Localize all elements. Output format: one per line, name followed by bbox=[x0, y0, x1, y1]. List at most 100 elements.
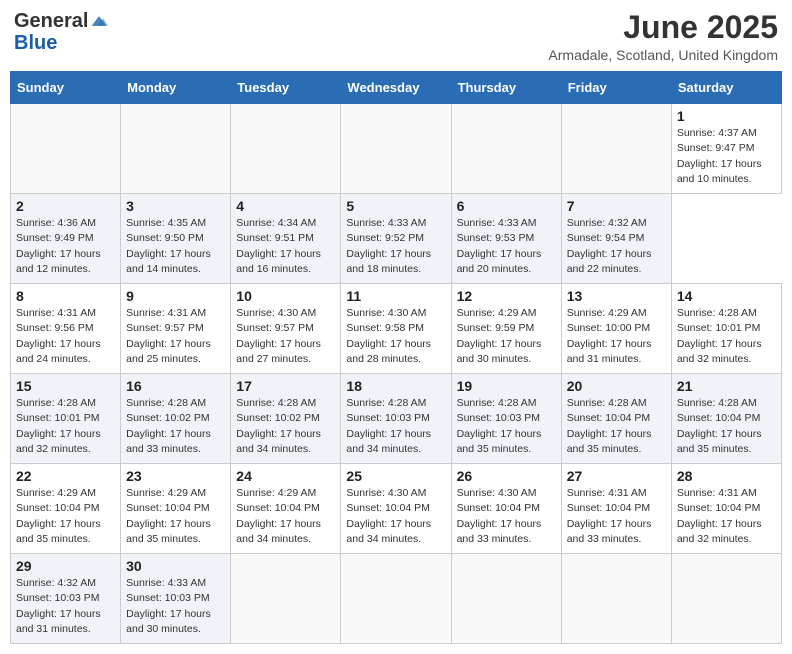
sunrise-text: Sunrise: 4:32 AM bbox=[567, 217, 647, 229]
daylight-text: Daylight: 17 hours bbox=[567, 518, 652, 530]
sunrise-text: Sunrise: 4:28 AM bbox=[126, 397, 206, 409]
calendar-cell: 27Sunrise: 4:31 AMSunset: 10:04 PMDaylig… bbox=[561, 464, 671, 554]
daylight-text: Daylight: 17 hours bbox=[567, 338, 652, 350]
daylight-text: Daylight: 17 hours bbox=[236, 428, 321, 440]
daylight-text-cont: and 28 minutes. bbox=[346, 353, 421, 365]
calendar-cell bbox=[231, 554, 341, 644]
calendar-cell bbox=[341, 554, 451, 644]
daylight-text: Daylight: 17 hours bbox=[677, 338, 762, 350]
day-number: 28 bbox=[677, 468, 776, 484]
calendar-cell: 20Sunrise: 4:28 AMSunset: 10:04 PMDaylig… bbox=[561, 374, 671, 464]
calendar-cell bbox=[451, 104, 561, 194]
sunrise-text: Sunrise: 4:28 AM bbox=[346, 397, 426, 409]
calendar-cell: 23Sunrise: 4:29 AMSunset: 10:04 PMDaylig… bbox=[121, 464, 231, 554]
day-number: 2 bbox=[16, 198, 115, 214]
calendar-cell: 10Sunrise: 4:30 AMSunset: 9:57 PMDayligh… bbox=[231, 284, 341, 374]
sunrise-text: Sunrise: 4:29 AM bbox=[567, 307, 647, 319]
day-number: 3 bbox=[126, 198, 225, 214]
day-info: Sunrise: 4:29 AMSunset: 10:04 PMDaylight… bbox=[126, 486, 225, 547]
title-area: June 2025 Armadale, Scotland, United Kin… bbox=[548, 10, 778, 63]
daylight-text: Daylight: 17 hours bbox=[457, 518, 542, 530]
daylight-text-cont: and 33 minutes. bbox=[126, 443, 201, 455]
daylight-text-cont: and 33 minutes. bbox=[567, 533, 642, 545]
sunrise-text: Sunrise: 4:33 AM bbox=[457, 217, 537, 229]
daylight-text-cont: and 18 minutes. bbox=[346, 263, 421, 275]
calendar-cell: 25Sunrise: 4:30 AMSunset: 10:04 PMDaylig… bbox=[341, 464, 451, 554]
day-info: Sunrise: 4:33 AMSunset: 9:53 PMDaylight:… bbox=[457, 216, 556, 277]
sunrise-text: Sunrise: 4:31 AM bbox=[126, 307, 206, 319]
sunset-text: Sunset: 9:56 PM bbox=[16, 322, 94, 334]
calendar-cell bbox=[451, 554, 561, 644]
daylight-text-cont: and 32 minutes. bbox=[677, 533, 752, 545]
sunrise-text: Sunrise: 4:30 AM bbox=[346, 307, 426, 319]
logo-icon bbox=[90, 14, 108, 28]
daylight-text: Daylight: 17 hours bbox=[126, 248, 211, 260]
day-number: 20 bbox=[567, 378, 666, 394]
sunset-text: Sunset: 10:03 PM bbox=[126, 592, 209, 604]
calendar-cell bbox=[561, 104, 671, 194]
daylight-text-cont: and 32 minutes. bbox=[16, 443, 91, 455]
day-number: 16 bbox=[126, 378, 225, 394]
daylight-text-cont: and 30 minutes. bbox=[457, 353, 532, 365]
sunset-text: Sunset: 10:01 PM bbox=[677, 322, 760, 334]
sunset-text: Sunset: 10:04 PM bbox=[567, 502, 650, 514]
daylight-text-cont: and 10 minutes. bbox=[677, 173, 752, 185]
daylight-text: Daylight: 17 hours bbox=[236, 248, 321, 260]
day-info: Sunrise: 4:31 AMSunset: 9:57 PMDaylight:… bbox=[126, 306, 225, 367]
day-header-row: SundayMondayTuesdayWednesdayThursdayFrid… bbox=[11, 72, 782, 104]
day-number: 12 bbox=[457, 288, 556, 304]
calendar-cell: 14Sunrise: 4:28 AMSunset: 10:01 PMDaylig… bbox=[671, 284, 781, 374]
day-number: 29 bbox=[16, 558, 115, 574]
week-row-2: 2Sunrise: 4:36 AMSunset: 9:49 PMDaylight… bbox=[11, 194, 782, 284]
sunrise-text: Sunrise: 4:33 AM bbox=[346, 217, 426, 229]
day-number: 15 bbox=[16, 378, 115, 394]
week-row-4: 15Sunrise: 4:28 AMSunset: 10:01 PMDaylig… bbox=[11, 374, 782, 464]
location-title: Armadale, Scotland, United Kingdom bbox=[548, 47, 778, 63]
day-info: Sunrise: 4:35 AMSunset: 9:50 PMDaylight:… bbox=[126, 216, 225, 277]
sunset-text: Sunset: 9:59 PM bbox=[457, 322, 535, 334]
sunrise-text: Sunrise: 4:30 AM bbox=[236, 307, 316, 319]
day-info: Sunrise: 4:29 AMSunset: 10:04 PMDaylight… bbox=[16, 486, 115, 547]
day-header-friday: Friday bbox=[561, 72, 671, 104]
logo-general-text: General bbox=[14, 10, 88, 32]
week-row-6: 29Sunrise: 4:32 AMSunset: 10:03 PMDaylig… bbox=[11, 554, 782, 644]
logo: General Blue bbox=[14, 10, 108, 54]
week-row-3: 8Sunrise: 4:31 AMSunset: 9:56 PMDaylight… bbox=[11, 284, 782, 374]
sunset-text: Sunset: 10:03 PM bbox=[16, 592, 99, 604]
sunset-text: Sunset: 9:47 PM bbox=[677, 142, 755, 154]
daylight-text-cont: and 32 minutes. bbox=[677, 353, 752, 365]
day-info: Sunrise: 4:28 AMSunset: 10:03 PMDaylight… bbox=[346, 396, 445, 457]
sunset-text: Sunset: 9:51 PM bbox=[236, 232, 314, 244]
sunrise-text: Sunrise: 4:30 AM bbox=[457, 487, 537, 499]
sunrise-text: Sunrise: 4:28 AM bbox=[236, 397, 316, 409]
calendar-cell: 15Sunrise: 4:28 AMSunset: 10:01 PMDaylig… bbox=[11, 374, 121, 464]
calendar-cell: 22Sunrise: 4:29 AMSunset: 10:04 PMDaylig… bbox=[11, 464, 121, 554]
day-number: 7 bbox=[567, 198, 666, 214]
day-info: Sunrise: 4:28 AMSunset: 10:02 PMDaylight… bbox=[126, 396, 225, 457]
daylight-text: Daylight: 17 hours bbox=[16, 608, 101, 620]
daylight-text-cont: and 16 minutes. bbox=[236, 263, 311, 275]
calendar-cell: 6 Sunrise: 4:33 AMSunset: 9:53 PMDaylight… bbox=[451, 194, 561, 284]
day-info: Sunrise: 4:28 AMSunset: 10:01 PMDaylight… bbox=[677, 306, 776, 367]
calendar-cell: 19Sunrise: 4:28 AMSunset: 10:03 PMDaylig… bbox=[451, 374, 561, 464]
daylight-text: Daylight: 17 hours bbox=[236, 518, 321, 530]
daylight-text-cont: and 35 minutes. bbox=[457, 443, 532, 455]
day-number: 10 bbox=[236, 288, 335, 304]
sunset-text: Sunset: 9:58 PM bbox=[346, 322, 424, 334]
day-info: Sunrise: 4:30 AMSunset: 10:04 PMDaylight… bbox=[457, 486, 556, 547]
sunset-text: Sunset: 10:03 PM bbox=[346, 412, 429, 424]
daylight-text: Daylight: 17 hours bbox=[457, 338, 542, 350]
day-number: 13 bbox=[567, 288, 666, 304]
calendar-cell: 13Sunrise: 4:29 AMSunset: 10:00 PMDaylig… bbox=[561, 284, 671, 374]
calendar-cell: 11Sunrise: 4:30 AMSunset: 9:58 PMDayligh… bbox=[341, 284, 451, 374]
sunrise-text: Sunrise: 4:29 AM bbox=[16, 487, 96, 499]
day-number: 17 bbox=[236, 378, 335, 394]
daylight-text-cont: and 12 minutes. bbox=[16, 263, 91, 275]
day-info: Sunrise: 4:33 AMSunset: 9:52 PMDaylight:… bbox=[346, 216, 445, 277]
month-title: June 2025 bbox=[548, 10, 778, 45]
day-number: 26 bbox=[457, 468, 556, 484]
day-number: 19 bbox=[457, 378, 556, 394]
day-number: 6 bbox=[457, 198, 556, 214]
sunrise-text: Sunrise: 4:35 AM bbox=[126, 217, 206, 229]
daylight-text-cont: and 31 minutes. bbox=[567, 353, 642, 365]
